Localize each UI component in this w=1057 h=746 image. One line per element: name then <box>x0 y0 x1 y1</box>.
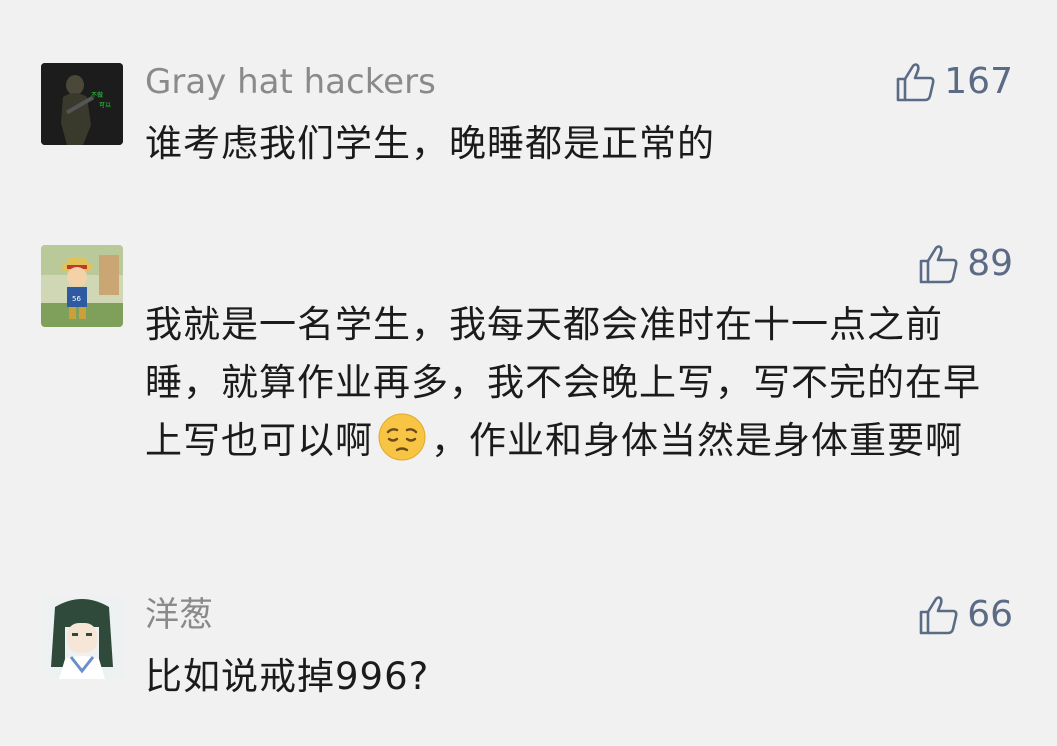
avatar[interactable]: 56 <box>41 245 123 327</box>
avatar[interactable]: 不做 可以 <box>41 63 123 145</box>
comment-text: 谁考虑我们学生，晚睡都是正常的 <box>145 122 715 165</box>
username[interactable]: Gray hat hackers <box>145 62 436 102</box>
soldier-avatar-icon: 不做 可以 <box>41 63 123 145</box>
anime-girl-avatar-icon <box>41 597 123 679</box>
comment-text-part: ，作业和身体当然是身体重要啊 <box>431 419 963 462</box>
like-count: 89 <box>967 243 1013 284</box>
comment-text: 我就是一名学生，我每天都会准时在十一点之前睡，就算作业再多，我不会晚上写，写不完… <box>145 296 1015 470</box>
like-button[interactable]: 167 <box>894 60 1013 104</box>
cartoon-boy-avatar-icon: 56 <box>41 245 123 327</box>
username[interactable]: 洋葱 <box>145 595 213 635</box>
thumbs-up-icon <box>919 596 958 635</box>
like-count: 66 <box>967 594 1013 635</box>
like-button[interactable]: 89 <box>917 242 1013 286</box>
like-button[interactable]: 66 <box>917 593 1013 637</box>
comment-text: 比如说戒掉996? <box>145 655 430 698</box>
avatar[interactable] <box>41 597 123 679</box>
pensive-face-emoji-icon <box>378 413 426 461</box>
thumbs-up-icon <box>919 245 958 284</box>
thumbs-up-icon <box>896 63 935 102</box>
svg-text:56: 56 <box>72 295 81 303</box>
svg-text:不做: 不做 <box>91 91 103 99</box>
like-count: 167 <box>944 61 1013 102</box>
svg-text:可以: 可以 <box>99 102 111 109</box>
